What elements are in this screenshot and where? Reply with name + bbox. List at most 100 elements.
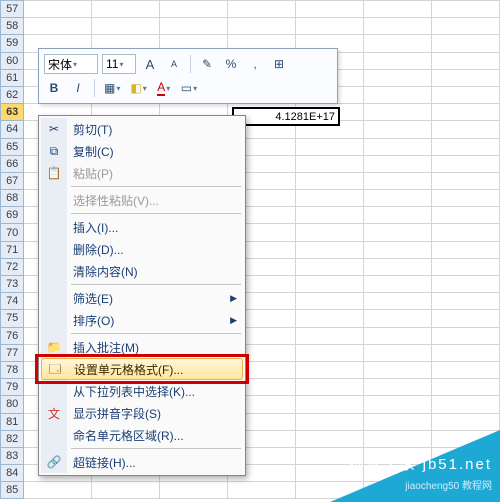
row-header[interactable]: 70: [1, 224, 24, 241]
cell[interactable]: [364, 172, 432, 189]
border-button[interactable]: ▦▾: [101, 78, 123, 98]
row-header[interactable]: 71: [1, 241, 24, 258]
cell[interactable]: [364, 396, 432, 413]
cell[interactable]: [296, 1, 364, 18]
cell[interactable]: [364, 1, 432, 18]
cell[interactable]: [432, 52, 500, 69]
menu-filter[interactable]: 筛选(E)▶: [41, 287, 243, 309]
row-header[interactable]: 75: [1, 310, 24, 327]
row-header[interactable]: 57: [1, 1, 24, 18]
menu-delete[interactable]: 删除(D)...: [41, 238, 243, 260]
menu-pick-from-list[interactable]: 从下拉列表中选择(K)...: [41, 380, 243, 402]
cell[interactable]: [296, 138, 364, 155]
cell[interactable]: [160, 1, 228, 18]
row-header[interactable]: 68: [1, 190, 24, 207]
cell[interactable]: [160, 18, 228, 35]
cell[interactable]: [364, 121, 432, 138]
cell[interactable]: [432, 104, 500, 121]
cell[interactable]: [364, 293, 432, 310]
font-color-button[interactable]: A▾: [154, 78, 174, 98]
cell[interactable]: [364, 190, 432, 207]
menu-clear-contents[interactable]: 清除内容(N): [41, 260, 243, 282]
fill-color-button[interactable]: ◧▾: [127, 78, 149, 98]
cell[interactable]: [296, 379, 364, 396]
cell[interactable]: [228, 1, 296, 18]
row-header[interactable]: 81: [1, 413, 24, 430]
cell[interactable]: [364, 344, 432, 361]
cell[interactable]: [432, 86, 500, 103]
menu-hyperlink[interactable]: 🔗超链接(H)...: [41, 451, 243, 473]
cell[interactable]: [432, 241, 500, 258]
row-header[interactable]: 80: [1, 396, 24, 413]
cell[interactable]: [364, 86, 432, 103]
cell[interactable]: [432, 138, 500, 155]
cell[interactable]: [364, 155, 432, 172]
percent-button[interactable]: %: [221, 54, 241, 74]
cell[interactable]: [364, 35, 432, 52]
cell[interactable]: [92, 1, 160, 18]
shrink-font-button[interactable]: A: [164, 54, 184, 74]
cell[interactable]: [432, 327, 500, 344]
comma-style-button[interactable]: ,: [245, 54, 265, 74]
cell[interactable]: [364, 241, 432, 258]
cell[interactable]: [432, 413, 500, 430]
cell[interactable]: [364, 413, 432, 430]
cell[interactable]: [432, 361, 500, 378]
row-header[interactable]: 84: [1, 465, 24, 482]
cell[interactable]: [432, 344, 500, 361]
row-header[interactable]: 69: [1, 207, 24, 224]
row-header[interactable]: 78: [1, 361, 24, 378]
menu-insert[interactable]: 插入(I)...: [41, 216, 243, 238]
menu-insert-comment[interactable]: 📁插入批注(M): [41, 336, 243, 358]
cell[interactable]: [432, 1, 500, 18]
cell[interactable]: [432, 190, 500, 207]
font-name-selector[interactable]: 宋体▾: [44, 54, 98, 74]
cell[interactable]: [364, 379, 432, 396]
cell[interactable]: [228, 482, 296, 499]
cell[interactable]: [296, 18, 364, 35]
row-header[interactable]: 65: [1, 138, 24, 155]
menu-cut[interactable]: ✂剪切(T): [41, 118, 243, 140]
cell[interactable]: [296, 310, 364, 327]
cell[interactable]: [296, 155, 364, 172]
cell[interactable]: [432, 293, 500, 310]
italic-button[interactable]: I: [68, 78, 88, 98]
cell[interactable]: [364, 104, 432, 121]
cell[interactable]: [432, 207, 500, 224]
cell[interactable]: [364, 18, 432, 35]
row-header[interactable]: 60: [1, 52, 24, 69]
menu-format-cells[interactable]: 🗔设置单元格格式(F)...: [41, 358, 243, 380]
cell[interactable]: [432, 18, 500, 35]
row-header[interactable]: 64: [1, 121, 24, 138]
cell[interactable]: [432, 396, 500, 413]
cell[interactable]: [364, 258, 432, 275]
menu-copy[interactable]: ⧉复制(C): [41, 140, 243, 162]
cell[interactable]: [432, 35, 500, 52]
grow-font-button[interactable]: A: [140, 54, 160, 74]
row-header[interactable]: 79: [1, 379, 24, 396]
row-header[interactable]: 67: [1, 172, 24, 189]
merge-button[interactable]: ▭▾: [178, 78, 200, 98]
cell[interactable]: [432, 69, 500, 86]
cell[interactable]: [24, 482, 92, 499]
cell[interactable]: [432, 276, 500, 293]
row-header[interactable]: 76: [1, 327, 24, 344]
bold-button[interactable]: B: [44, 78, 64, 98]
format-painter-button[interactable]: ✎: [197, 54, 217, 74]
row-header[interactable]: 73: [1, 276, 24, 293]
row-header[interactable]: 59: [1, 35, 24, 52]
cell[interactable]: [296, 344, 364, 361]
cell[interactable]: [364, 69, 432, 86]
cell[interactable]: [364, 361, 432, 378]
cell[interactable]: [24, 1, 92, 18]
cell[interactable]: [364, 138, 432, 155]
cell[interactable]: [296, 293, 364, 310]
row-header[interactable]: 82: [1, 430, 24, 447]
cell[interactable]: [296, 224, 364, 241]
cell[interactable]: [92, 18, 160, 35]
cell[interactable]: [432, 172, 500, 189]
row-header[interactable]: 61: [1, 69, 24, 86]
cell[interactable]: [24, 18, 92, 35]
cell[interactable]: [296, 172, 364, 189]
cell[interactable]: [92, 482, 160, 499]
